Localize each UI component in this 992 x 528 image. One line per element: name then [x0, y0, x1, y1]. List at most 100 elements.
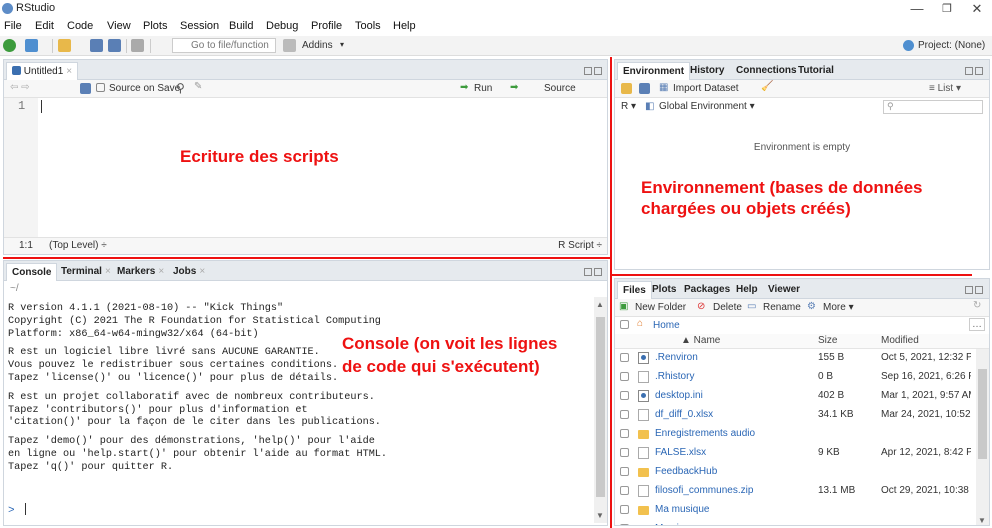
file-checkbox[interactable]: [620, 486, 629, 495]
global-env-selector[interactable]: Global Environment ▾: [659, 101, 755, 112]
grid-layout-icon[interactable]: [283, 39, 296, 52]
files-scrollbar[interactable]: ▼: [976, 349, 989, 525]
close-button[interactable]: ✕: [962, 0, 992, 18]
file-checkbox[interactable]: [620, 505, 629, 514]
file-checkbox[interactable]: [620, 448, 629, 457]
menu-view[interactable]: View: [107, 20, 131, 32]
new-folder-button[interactable]: New Folder: [635, 302, 686, 313]
file-row[interactable]: df_diff_0.xlsx 34.1 KB Mar 24, 2021, 10:52…: [615, 406, 971, 425]
tab-viewer[interactable]: Viewer: [763, 281, 805, 299]
list-view-selector[interactable]: ≡ List ▾: [929, 83, 961, 94]
refresh-icon[interactable]: ↻: [973, 300, 981, 311]
goto-file-input[interactable]: Go to file/function: [172, 38, 276, 53]
scope-selector[interactable]: (Top Level) ÷: [49, 240, 107, 251]
file-name[interactable]: Ma musique: [655, 504, 709, 515]
save-env-icon[interactable]: [639, 83, 650, 94]
rename-button[interactable]: Rename: [763, 302, 801, 313]
close-tab-icon[interactable]: ×: [66, 66, 72, 77]
menu-profile[interactable]: Profile: [311, 20, 342, 32]
file-checkbox[interactable]: [620, 524, 629, 525]
file-row[interactable]: .Renviron 155 B Oct 5, 2021, 12:32 PM: [615, 349, 971, 368]
file-row[interactable]: FeedbackHub: [615, 463, 971, 482]
addins-chevron-icon[interactable]: ▾: [340, 40, 344, 49]
more-button[interactable]: More ▾: [823, 302, 854, 313]
file-name[interactable]: .Rhistory: [655, 371, 694, 382]
new-file-icon[interactable]: [3, 39, 16, 52]
file-checkbox[interactable]: [620, 429, 629, 438]
file-name[interactable]: FALSE.xlsx: [655, 447, 706, 458]
file-row[interactable]: desktop.ini 402 B Mar 1, 2021, 9:57 AM: [615, 387, 971, 406]
file-row[interactable]: .Rhistory 0 B Sep 16, 2021, 6:26 PM: [615, 368, 971, 387]
console-minmax[interactable]: [582, 267, 604, 276]
menu-file[interactable]: File: [4, 20, 22, 32]
file-type-selector[interactable]: R Script ÷: [558, 240, 602, 251]
save-doc-icon[interactable]: [80, 83, 91, 94]
menu-session[interactable]: Session: [180, 20, 219, 32]
new-project-icon[interactable]: [25, 39, 38, 52]
env-minmax[interactable]: [963, 66, 985, 75]
col-size[interactable]: Size: [818, 335, 837, 346]
save-all-icon[interactable]: [108, 39, 121, 52]
menu-help[interactable]: Help: [393, 20, 416, 32]
maximize-button[interactable]: ❐: [932, 0, 962, 18]
search-icon[interactable]: ⚲: [176, 81, 185, 95]
tab-markers[interactable]: Markers ×: [112, 263, 169, 281]
menu-build[interactable]: Build: [229, 20, 253, 32]
select-all-checkbox[interactable]: [620, 320, 629, 329]
menu-code[interactable]: Code: [67, 20, 93, 32]
home-link[interactable]: Home: [653, 320, 680, 331]
menu-edit[interactable]: Edit: [35, 20, 54, 32]
tab-plots[interactable]: Plots: [647, 281, 681, 299]
run-button[interactable]: Run: [474, 83, 492, 94]
source-on-save-checkbox[interactable]: [96, 83, 105, 92]
open-file-icon[interactable]: [58, 39, 71, 52]
wand-icon[interactable]: ✎: [194, 81, 202, 92]
tab-untitled1[interactable]: Untitled1 ×: [6, 62, 79, 80]
print-icon[interactable]: [131, 39, 144, 52]
tab-terminal[interactable]: Terminal ×: [56, 263, 116, 281]
file-row[interactable]: Ma musique: [615, 501, 971, 520]
file-name[interactable]: desktop.ini: [655, 390, 703, 401]
addins-menu[interactable]: Addins: [302, 40, 333, 51]
open-env-icon[interactable]: [621, 83, 632, 94]
file-name[interactable]: filosofi_communes.zip: [655, 485, 753, 496]
file-row[interactable]: Mes images: [615, 520, 971, 525]
menu-tools[interactable]: Tools: [355, 20, 381, 32]
file-checkbox[interactable]: [620, 410, 629, 419]
tab-tutorial[interactable]: Tutorial: [793, 62, 839, 80]
tab-connections[interactable]: Connections: [731, 62, 802, 80]
file-checkbox[interactable]: [620, 391, 629, 400]
rerun-icon[interactable]: ➡: [510, 82, 518, 93]
env-search-input[interactable]: ⚲: [883, 100, 983, 114]
col-modified[interactable]: Modified: [881, 335, 919, 346]
tab-console[interactable]: Console: [6, 263, 58, 281]
file-row[interactable]: filosofi_communes.zip 13.1 MB Oct 29, 2021…: [615, 482, 971, 501]
menu-debug[interactable]: Debug: [266, 20, 298, 32]
file-name[interactable]: Enregistrements audio: [655, 428, 755, 439]
file-name[interactable]: df_diff_0.xlsx: [655, 409, 713, 420]
console-prompt[interactable]: >: [8, 503, 27, 517]
save-icon[interactable]: [90, 39, 103, 52]
broom-icon[interactable]: 🧹: [761, 81, 773, 92]
tab-environment[interactable]: Environment: [617, 62, 691, 80]
delete-button[interactable]: Delete: [713, 302, 742, 313]
file-row[interactable]: Enregistrements audio: [615, 425, 971, 444]
file-checkbox[interactable]: [620, 353, 629, 362]
file-checkbox[interactable]: [620, 467, 629, 476]
file-name[interactable]: .Renviron: [655, 352, 698, 363]
back-forward-icon[interactable]: ⇦ ⇨: [10, 82, 30, 93]
tab-help[interactable]: Help: [731, 281, 763, 299]
console-scrollbar[interactable]: ▲ ▼: [594, 297, 607, 523]
source-minmax[interactable]: [582, 66, 604, 75]
import-dataset-button[interactable]: Import Dataset: [673, 83, 739, 94]
tab-jobs[interactable]: Jobs ×: [168, 263, 210, 281]
more-path-icon[interactable]: …: [969, 318, 985, 331]
file-name[interactable]: Mes images: [655, 523, 709, 525]
files-minmax[interactable]: [963, 285, 985, 294]
source-button[interactable]: Source: [544, 83, 576, 94]
menu-plots[interactable]: Plots: [143, 20, 167, 32]
tab-history[interactable]: History: [685, 62, 729, 80]
file-name[interactable]: FeedbackHub: [655, 466, 717, 477]
file-row[interactable]: FALSE.xlsx 9 KB Apr 12, 2021, 8:42 PM: [615, 444, 971, 463]
code-editor[interactable]: [38, 98, 607, 238]
